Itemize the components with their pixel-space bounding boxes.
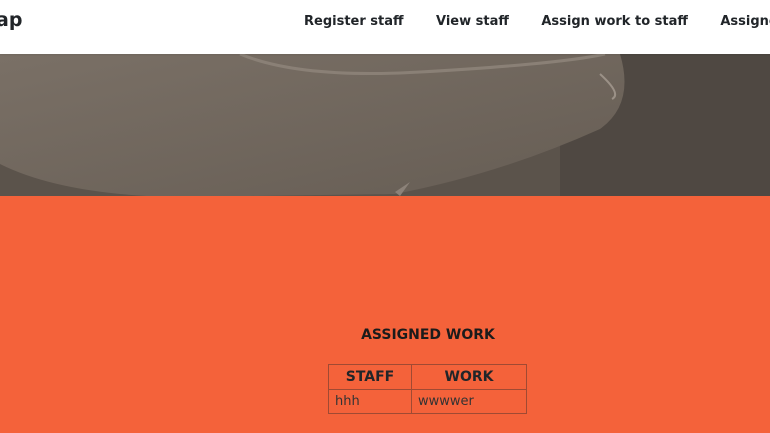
section-title: ASSIGNED WORK: [361, 327, 495, 343]
nav-link-register-staff[interactable]: Register staff: [304, 14, 404, 29]
cell-staff: hhh: [328, 389, 412, 414]
page: ap Register staff View staff Assign work…: [0, 0, 770, 433]
column-header-work: WORK: [411, 364, 527, 390]
hero-background-image: [0, 54, 770, 196]
cell-work: wwwwer: [411, 389, 527, 414]
nav-link-assign-work[interactable]: Assign work to staff: [541, 14, 688, 29]
hero-photo-shape: [0, 54, 770, 196]
assigned-work-table: STAFF WORK hhh wwwwer: [328, 364, 527, 414]
column-header-staff: STAFF: [328, 364, 412, 390]
assigned-work-section: ASSIGNED WORK STAFF WORK hhh wwwwer: [0, 196, 770, 433]
nav-link-view-staff[interactable]: View staff: [436, 14, 509, 29]
table-row: hhh wwwwer: [328, 389, 527, 414]
brand-logo[interactable]: ap: [0, 9, 22, 31]
nav-link-assigned-work[interactable]: Assigned work: [720, 14, 770, 29]
navbar: ap Register staff View staff Assign work…: [0, 0, 770, 54]
table-header-row: STAFF WORK: [328, 364, 527, 390]
nav-links: Register staff View staff Assign work to…: [304, 12, 770, 30]
